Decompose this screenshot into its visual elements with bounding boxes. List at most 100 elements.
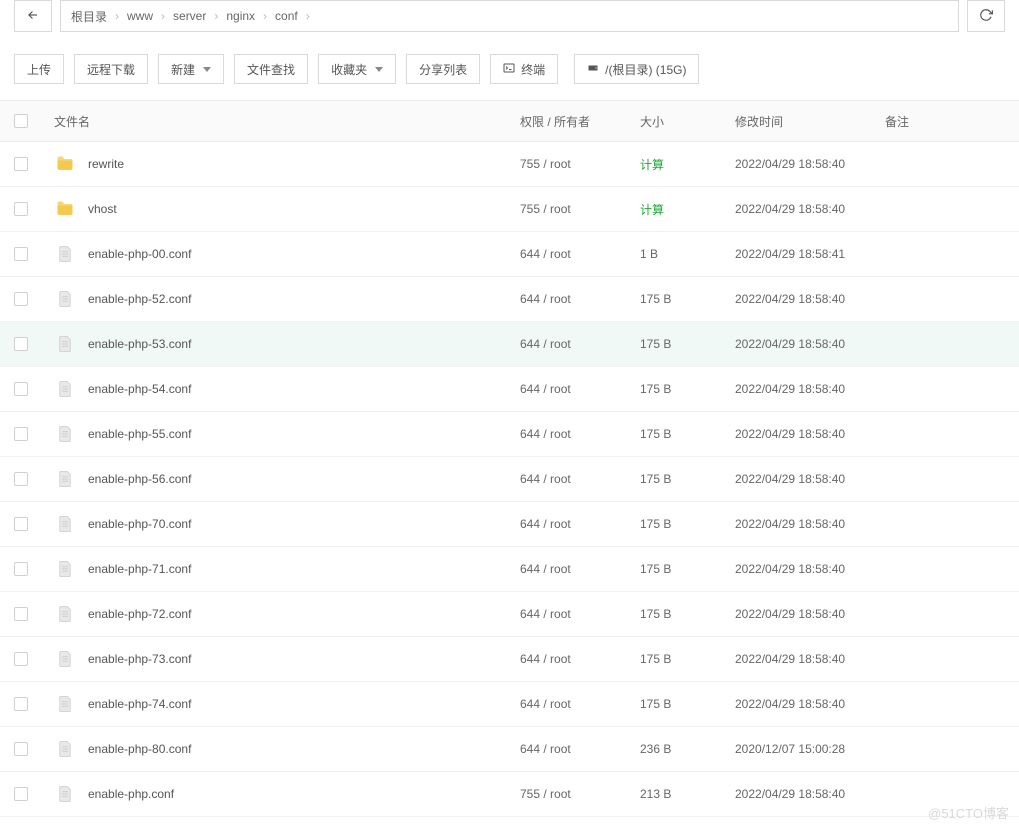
file-name[interactable]: enable-php-70.conf <box>88 517 191 531</box>
table-row[interactable]: enable-php-74.conf644 / root175 B2022/04… <box>0 682 1019 727</box>
file-size: 236 B <box>640 742 735 756</box>
terminal-label: 终端 <box>521 61 545 78</box>
row-checkbox[interactable] <box>14 562 28 576</box>
file-permission[interactable]: 644 / root <box>520 697 640 711</box>
header-size[interactable]: 大小 <box>640 115 664 129</box>
file-permission[interactable]: 755 / root <box>520 787 640 801</box>
file-name[interactable]: enable-php-52.conf <box>88 292 191 306</box>
file-mtime: 2022/04/29 18:58:40 <box>735 382 885 396</box>
file-name[interactable]: enable-php.conf <box>88 787 174 801</box>
file-name[interactable]: enable-php-56.conf <box>88 472 191 486</box>
breadcrumb-segment[interactable]: www <box>127 9 153 23</box>
file-permission[interactable]: 644 / root <box>520 472 640 486</box>
row-checkbox[interactable] <box>14 247 28 261</box>
remote-download-button[interactable]: 远程下载 <box>74 54 148 84</box>
select-all-checkbox[interactable] <box>14 114 28 128</box>
table-row[interactable]: vhost755 / root计算2022/04/29 18:58:40 <box>0 187 1019 232</box>
size-calculate-link[interactable]: 计算 <box>640 203 664 217</box>
table-row[interactable]: enable-php-70.conf644 / root175 B2022/04… <box>0 502 1019 547</box>
row-checkbox[interactable] <box>14 472 28 486</box>
table-header: 文件名 权限 / 所有者 大小 修改时间 备注 <box>0 100 1019 142</box>
file-permission[interactable]: 644 / root <box>520 382 640 396</box>
back-button[interactable] <box>14 0 52 32</box>
row-checkbox[interactable] <box>14 292 28 306</box>
table-row[interactable]: enable-php-71.conf644 / root175 B2022/04… <box>0 547 1019 592</box>
disk-button[interactable]: /(根目录) (15G) <box>574 54 699 84</box>
chevron-right-icon: › <box>210 9 222 23</box>
file-permission[interactable]: 644 / root <box>520 652 640 666</box>
row-checkbox[interactable] <box>14 382 28 396</box>
file-icon <box>54 783 76 805</box>
file-name[interactable]: enable-php-53.conf <box>88 337 191 351</box>
file-size: 175 B <box>640 517 735 531</box>
file-permission[interactable]: 755 / root <box>520 157 640 171</box>
breadcrumb-segment[interactable]: conf <box>275 9 298 23</box>
new-button[interactable]: 新建 <box>158 54 224 84</box>
terminal-button[interactable]: 终端 <box>490 54 558 84</box>
file-permission[interactable]: 755 / root <box>520 202 640 216</box>
table-row[interactable]: enable-php-56.conf644 / root175 B2022/04… <box>0 457 1019 502</box>
favorites-label: 收藏夹 <box>331 61 367 78</box>
row-checkbox[interactable] <box>14 787 28 801</box>
table-row[interactable]: enable-php-52.conf644 / root175 B2022/04… <box>0 277 1019 322</box>
row-checkbox[interactable] <box>14 697 28 711</box>
row-checkbox[interactable] <box>14 517 28 531</box>
row-checkbox[interactable] <box>14 157 28 171</box>
table-row[interactable]: enable-php-55.conf644 / root175 B2022/04… <box>0 412 1019 457</box>
file-permission[interactable]: 644 / root <box>520 607 640 621</box>
file-search-button[interactable]: 文件查找 <box>234 54 308 84</box>
table-row[interactable]: enable-php-53.conf644 / root175 B2022/04… <box>0 322 1019 367</box>
file-icon <box>54 738 76 760</box>
file-name[interactable]: enable-php-73.conf <box>88 652 191 666</box>
upload-button[interactable]: 上传 <box>14 54 64 84</box>
row-checkbox[interactable] <box>14 202 28 216</box>
header-mtime[interactable]: 修改时间 <box>735 115 783 129</box>
file-name[interactable]: enable-php-71.conf <box>88 562 191 576</box>
file-permission[interactable]: 644 / root <box>520 562 640 576</box>
row-checkbox[interactable] <box>14 337 28 351</box>
breadcrumb-segment[interactable]: 根目录 <box>71 8 107 25</box>
row-checkbox[interactable] <box>14 742 28 756</box>
file-icon <box>54 513 76 535</box>
file-permission[interactable]: 644 / root <box>520 742 640 756</box>
file-name[interactable]: enable-php-00.conf <box>88 247 191 261</box>
file-permission[interactable]: 644 / root <box>520 337 640 351</box>
share-list-button[interactable]: 分享列表 <box>406 54 480 84</box>
file-permission[interactable]: 644 / root <box>520 517 640 531</box>
remote-download-label: 远程下载 <box>87 61 135 78</box>
file-name[interactable]: rewrite <box>88 157 124 171</box>
row-checkbox[interactable] <box>14 652 28 666</box>
file-icon <box>54 333 76 355</box>
breadcrumb-segment[interactable]: server <box>173 9 206 23</box>
table-row[interactable]: enable-php-00.conf644 / root1 B2022/04/2… <box>0 232 1019 277</box>
table-row[interactable]: enable-php.conf755 / root213 B2022/04/29… <box>0 772 1019 817</box>
file-name[interactable]: enable-php-55.conf <box>88 427 191 441</box>
file-permission[interactable]: 644 / root <box>520 247 640 261</box>
file-name[interactable]: vhost <box>88 202 117 216</box>
header-filename[interactable]: 文件名 <box>54 113 90 130</box>
breadcrumb[interactable]: 根目录›www›server›nginx›conf› <box>60 0 959 32</box>
file-permission[interactable]: 644 / root <box>520 292 640 306</box>
header-permission[interactable]: 权限 / 所有者 <box>520 115 590 129</box>
file-name[interactable]: enable-php-72.conf <box>88 607 191 621</box>
table-row[interactable]: enable-php-72.conf644 / root175 B2022/04… <box>0 592 1019 637</box>
file-size: 175 B <box>640 427 735 441</box>
table-row[interactable]: enable-php-80.conf644 / root236 B2020/12… <box>0 727 1019 772</box>
breadcrumb-segment[interactable]: nginx <box>226 9 255 23</box>
header-note[interactable]: 备注 <box>885 115 909 129</box>
file-size: 213 B <box>640 787 735 801</box>
file-permission[interactable]: 644 / root <box>520 427 640 441</box>
file-name[interactable]: enable-php-80.conf <box>88 742 191 756</box>
file-size: 175 B <box>640 292 735 306</box>
table-row[interactable]: enable-php-54.conf644 / root175 B2022/04… <box>0 367 1019 412</box>
row-checkbox[interactable] <box>14 607 28 621</box>
file-name[interactable]: enable-php-54.conf <box>88 382 191 396</box>
size-calculate-link[interactable]: 计算 <box>640 158 664 172</box>
refresh-button[interactable] <box>967 0 1005 32</box>
table-row[interactable]: rewrite755 / root计算2022/04/29 18:58:40 <box>0 142 1019 187</box>
favorites-button[interactable]: 收藏夹 <box>318 54 396 84</box>
table-row[interactable]: enable-php-73.conf644 / root175 B2022/04… <box>0 637 1019 682</box>
row-checkbox[interactable] <box>14 427 28 441</box>
file-name[interactable]: enable-php-74.conf <box>88 697 191 711</box>
chevron-down-icon <box>203 67 211 72</box>
